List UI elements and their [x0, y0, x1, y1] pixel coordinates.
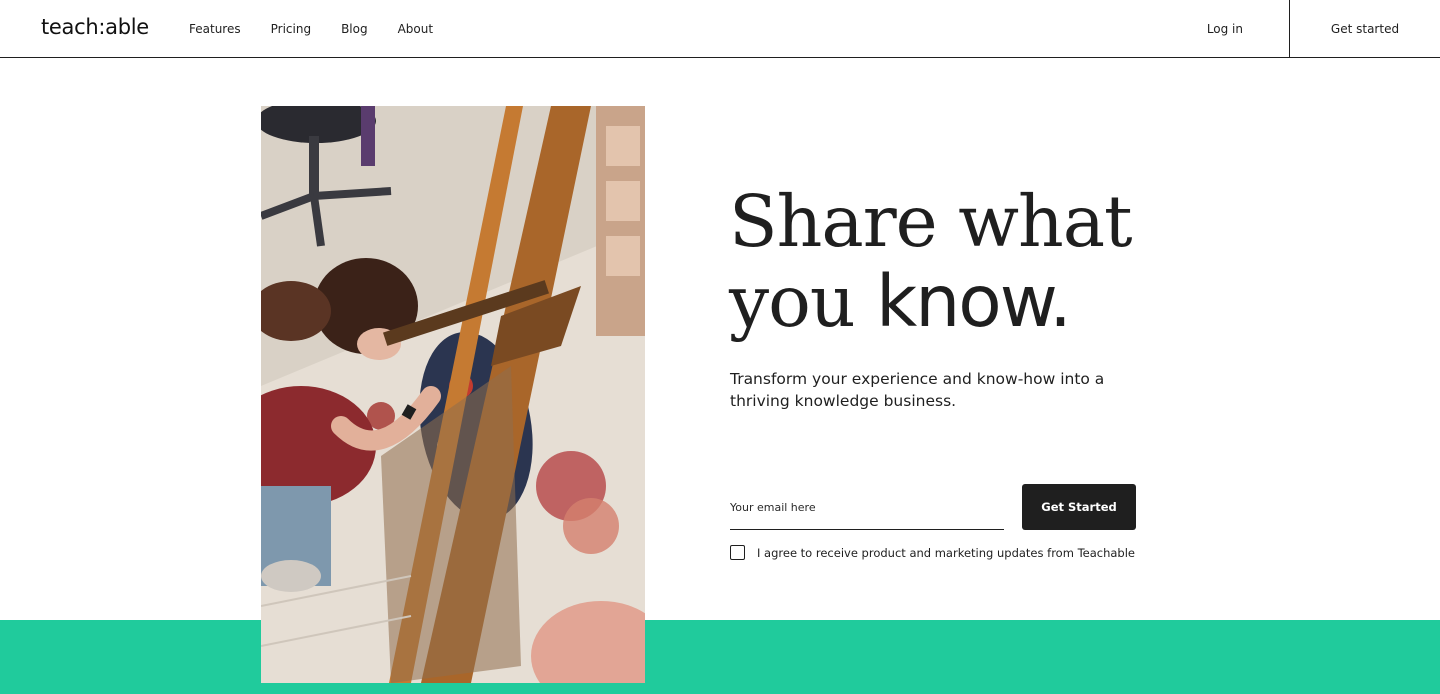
green-footer-band — [0, 620, 1440, 694]
hero-headline: Share what you know. — [729, 180, 1133, 343]
login-link[interactable]: Log in — [0, 0, 1289, 57]
hero-photo — [261, 106, 645, 683]
get-started-nav-button[interactable]: Get started — [1290, 0, 1440, 57]
get-started-button[interactable]: Get Started — [1022, 484, 1136, 530]
email-input[interactable] — [730, 492, 1004, 522]
headline-line-2-bold: know. — [876, 260, 1072, 343]
consent-label: I agree to receive product and marketing… — [757, 545, 1135, 560]
headline-line-1: Share what — [729, 180, 1133, 263]
nav-actions: Log in Get started — [0, 0, 1440, 57]
hero-subhead: Transform your experience and know-how i… — [730, 370, 1105, 410]
headline-line-2-serif: you — [729, 260, 877, 343]
email-field-wrapper — [730, 492, 1004, 530]
artist-painting-illustration — [261, 106, 645, 683]
top-nav: teach:able Features Pricing Blog About L… — [0, 0, 1440, 58]
marketing-consent: I agree to receive product and marketing… — [730, 545, 1135, 560]
consent-checkbox[interactable] — [730, 545, 745, 560]
